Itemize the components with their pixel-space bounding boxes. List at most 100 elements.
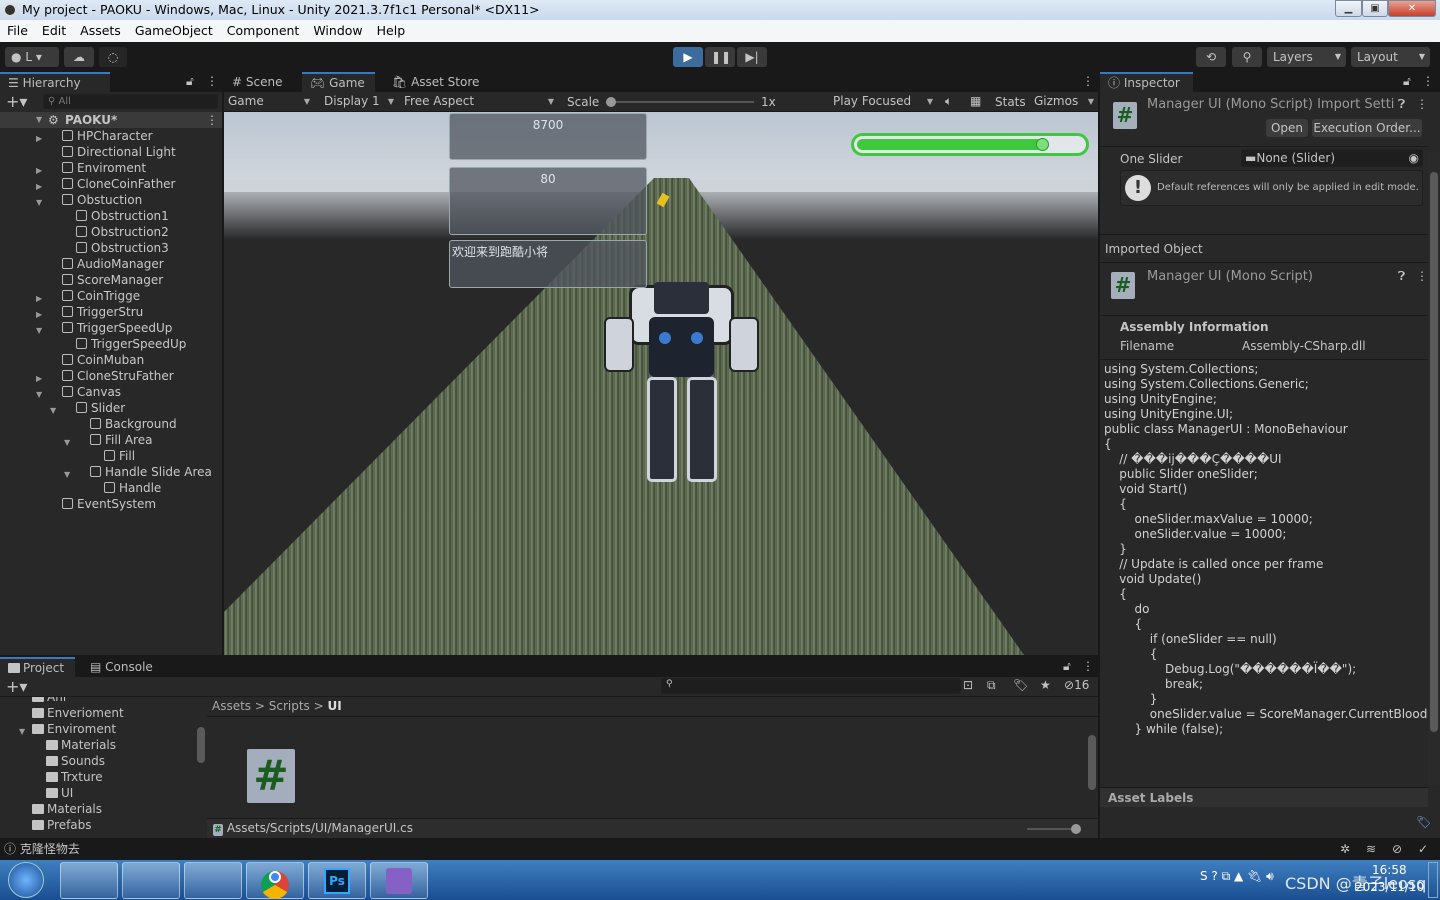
foldout-arrow-icon[interactable]: ▶ — [36, 291, 42, 307]
taskbar-photoshop[interactable]: Ps — [308, 862, 366, 899]
stats-button[interactable]: Stats — [995, 95, 1026, 109]
scene-menu-icon[interactable]: ⋮ — [206, 112, 218, 128]
hierarchy-search-input[interactable]: ⚲ All — [43, 94, 218, 109]
step-button[interactable]: ▶| — [737, 47, 767, 67]
show-desktop-button[interactable] — [1428, 862, 1438, 898]
open-button[interactable]: Open — [1266, 119, 1308, 137]
maximize-button[interactable]: ▣ — [1362, 0, 1388, 17]
execution-order-button[interactable]: Execution Order... — [1312, 119, 1422, 137]
more-menu-icon[interactable]: ⋮ — [206, 74, 218, 88]
layout-dropdown[interactable]: Layout ▼ — [1351, 47, 1430, 67]
hierarchy-item[interactable]: ▶ TriggerStru — [36, 304, 143, 320]
play-focused-dropdown[interactable]: Play Focused — [829, 92, 937, 111]
progress-check-icon[interactable]: ✓ — [1418, 838, 1428, 860]
close-button[interactable]: ✕ — [1388, 0, 1436, 17]
object-picker-icon[interactable]: ◉ — [1409, 150, 1419, 166]
hierarchy-item[interactable]: Obstruction3 — [62, 240, 169, 256]
foldout-arrow-icon[interactable]: ▼ — [36, 387, 42, 403]
icon-size-slider[interactable] — [1027, 824, 1081, 834]
center-more-icon[interactable]: ⋮ — [1082, 74, 1094, 88]
project-folder-item[interactable]: Trxture — [0, 769, 196, 785]
imported-more-icon[interactable]: ⋮ — [1416, 269, 1428, 283]
taskbar-explorer[interactable] — [184, 862, 242, 899]
scale-slider[interactable] — [606, 97, 754, 107]
taskbar-unity-hub[interactable] — [60, 862, 118, 899]
tab-project[interactable]: Project — [0, 657, 75, 677]
foldout-arrow-icon[interactable]: ▼ — [64, 467, 70, 483]
layers-dropdown[interactable]: Layers ▼ — [1267, 47, 1346, 67]
taskbar-unity-editor[interactable] — [122, 862, 180, 899]
tab-game[interactable]: 🎮︎ Game — [302, 72, 375, 92]
taskbar-visual-studio[interactable] — [370, 862, 428, 899]
hierarchy-item[interactable]: AudioManager — [48, 256, 164, 272]
hierarchy-item[interactable]: ▼ Obstuction — [36, 192, 142, 208]
hierarchy-item[interactable]: ▶ HPCharacter — [36, 128, 153, 144]
foldout-arrow-icon[interactable]: ▼ — [50, 403, 56, 419]
project-folder-item[interactable]: UI — [0, 785, 196, 801]
hierarchy-item[interactable]: ScoreManager — [48, 272, 163, 288]
aspect-dropdown[interactable]: Free Aspect — [400, 92, 558, 111]
project-folder-item[interactable]: Enverioment — [0, 705, 196, 721]
asset-scrollbar[interactable] — [1088, 735, 1096, 790]
menu-file[interactable]: File — [7, 20, 28, 42]
hierarchy-item[interactable]: ▼ Canvas — [36, 384, 121, 400]
hierarchy-item[interactable]: ▼ Slider — [50, 400, 125, 416]
start-button[interactable] — [8, 862, 44, 898]
clock-date[interactable]: 2023/11/10 — [1355, 880, 1424, 894]
tag-icon[interactable]: 🏷︎ — [1416, 815, 1431, 829]
project-folder-item[interactable]: Prefabs — [0, 817, 196, 833]
hierarchy-item[interactable]: Handle — [90, 480, 161, 496]
collab-button[interactable]: ◌ — [99, 47, 127, 67]
label-filter-icon[interactable]: 🏷︎ — [1013, 678, 1028, 692]
project-folder-item[interactable]: Ani — [0, 697, 196, 705]
tray-icons[interactable]: S ? ⧉ ▲ 🔌︎ 🔊︎ — [1200, 869, 1274, 884]
foldout-arrow-icon[interactable]: ▶ — [36, 131, 42, 147]
inspector-lock-icon[interactable]: 🔓︎ — [1403, 74, 1411, 89]
hidden-packages-icon[interactable]: ⊘16 — [1064, 678, 1089, 692]
project-folder-item[interactable]: Materials — [0, 737, 196, 753]
foldout-arrow-icon[interactable]: ▼ — [36, 323, 42, 339]
clock-time[interactable]: 16:58 — [1372, 863, 1407, 877]
tab-asset-store[interactable]: 🛍︎ Asset Store — [384, 72, 487, 92]
project-search-input[interactable]: ⚲ — [661, 678, 961, 694]
auto-generate-lighting-icon[interactable]: ⊘ — [1392, 838, 1402, 860]
foldout-arrow-icon[interactable]: ▶ — [36, 371, 42, 387]
tab-scene[interactable]: # Scene — [224, 72, 290, 92]
hierarchy-item[interactable]: ▶ Enviroment — [36, 160, 146, 176]
hierarchy-item[interactable]: EventSystem — [48, 496, 156, 512]
minimize-button[interactable]: ▁ — [1335, 0, 1362, 17]
lock-icon[interactable]: 🔓︎ — [186, 74, 194, 89]
foldout-arrow-icon[interactable]: ▼ — [36, 195, 42, 211]
hierarchy-item[interactable]: ▼ TriggerSpeedUp — [36, 320, 172, 336]
account-dropdown[interactable]: ● L ▾ — [5, 47, 59, 67]
debug-off-icon[interactable]: ✲ — [1340, 838, 1350, 860]
inspector-scrollbar[interactable] — [1428, 152, 1440, 785]
breadcrumb-scripts[interactable]: Scripts — [269, 699, 310, 713]
breadcrumb-assets[interactable]: Assets — [212, 699, 251, 713]
grid-icon[interactable]: ▦ — [970, 94, 981, 108]
hierarchy-item[interactable]: CoinMuban — [48, 352, 144, 368]
hierarchy-item[interactable]: ▶ CloneCoinFather — [36, 176, 175, 192]
tree-scrollbar[interactable] — [196, 697, 206, 838]
pause-button[interactable]: ❚❚ — [705, 47, 735, 67]
hierarchy-item[interactable]: Background — [76, 416, 177, 432]
display-dropdown[interactable]: Display 1 — [320, 92, 398, 111]
project-folder-item[interactable]: Materials — [0, 801, 196, 817]
hierarchy-item[interactable]: ▼ Fill Area — [64, 432, 152, 448]
mute-audio-icon[interactable]: 🔈︎ — [945, 94, 952, 109]
hierarchy-item[interactable]: ▶ CloneStruFather — [36, 368, 174, 384]
one-slider-field[interactable]: ▬None (Slider) ◉ — [1241, 149, 1423, 167]
health-handle[interactable] — [1035, 138, 1049, 151]
filter-type-icon[interactable]: ⧉ — [987, 678, 996, 693]
menu-component[interactable]: Component — [227, 20, 300, 42]
tab-console[interactable]: ▤ Console — [82, 657, 161, 677]
help-icon[interactable]: ❓︎ — [1398, 97, 1405, 112]
inspector-more-icon[interactable]: ⋮ — [1422, 74, 1434, 88]
cloud-button[interactable]: ☁ — [64, 47, 94, 67]
tab-inspector[interactable]: ⓘ Inspector — [1100, 72, 1193, 92]
project-folder-item[interactable]: Sounds — [0, 753, 196, 769]
header-more-icon[interactable]: ⋮ — [1416, 97, 1428, 111]
health-slider[interactable] — [851, 133, 1089, 156]
hierarchy-item[interactable]: Directional Light — [48, 144, 176, 160]
foldout-arrow-icon[interactable]: ▶ — [36, 163, 42, 179]
